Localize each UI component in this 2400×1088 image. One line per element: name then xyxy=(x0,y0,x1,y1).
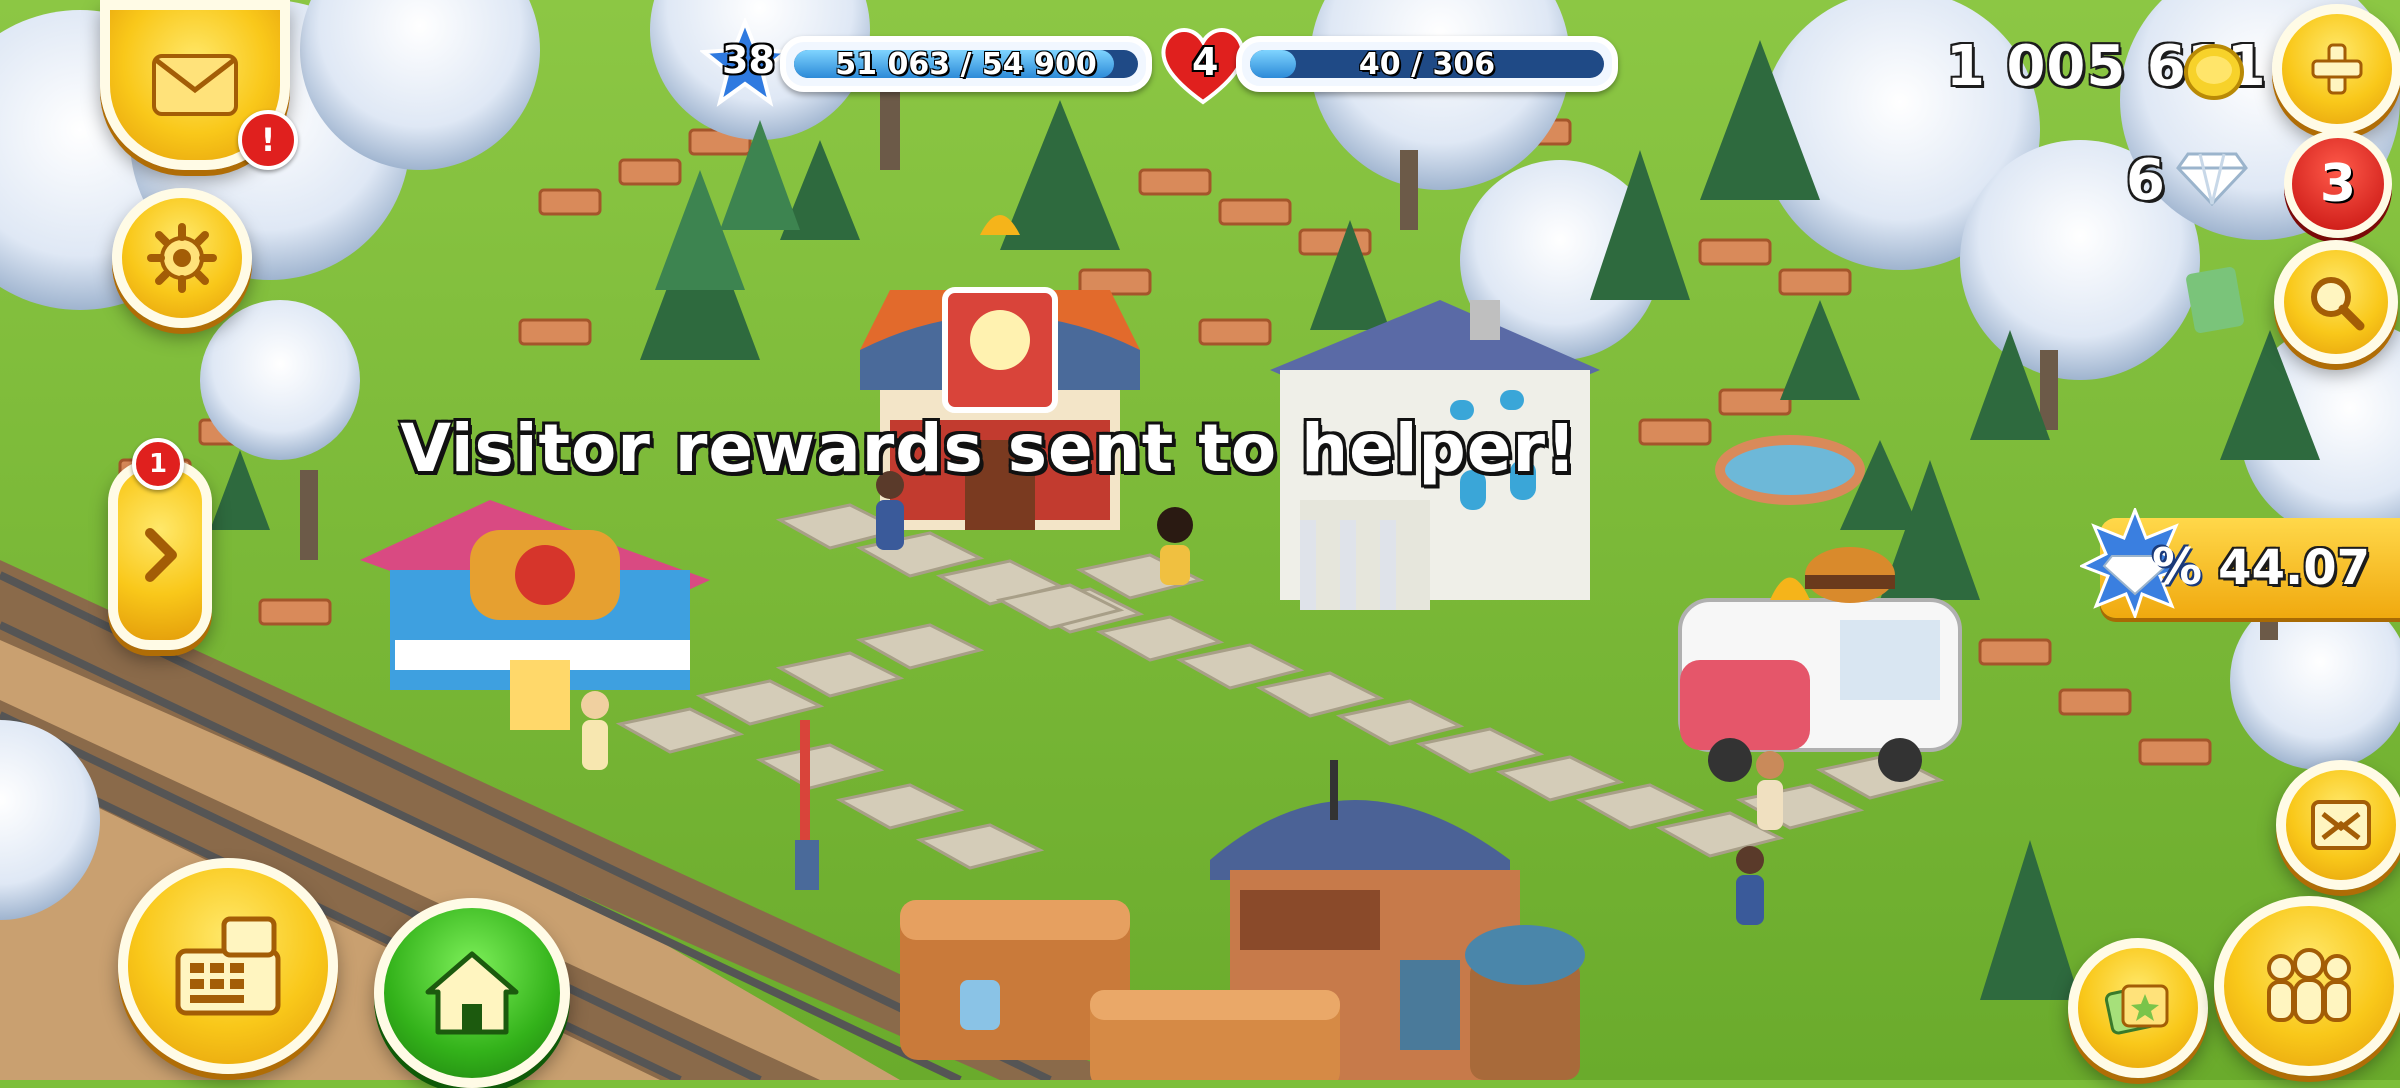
expand-panel-badge: 1 xyxy=(132,438,184,490)
diamond-icon xyxy=(2176,152,2248,206)
sale-timer: 44.07 xyxy=(2218,540,2370,596)
experience-bar[interactable]: 51 063 / 54 900 xyxy=(780,36,1152,92)
home-button[interactable] xyxy=(374,898,570,1088)
gear-icon xyxy=(147,223,217,293)
people-icon xyxy=(2267,948,2351,1024)
sale-percent-badge: % xyxy=(2152,538,2203,596)
friends-button[interactable] xyxy=(2214,896,2400,1076)
level-number: 38 xyxy=(722,38,775,82)
chevron-right-icon xyxy=(145,528,177,582)
farm-scene[interactable] xyxy=(0,0,2400,1080)
envelope-icon xyxy=(152,54,238,116)
toast-message: Visitor rewards sent to helper! xyxy=(400,410,1578,487)
expand-arrows-icon xyxy=(2311,800,2371,850)
search-button[interactable] xyxy=(2274,240,2398,364)
farm-map[interactable] xyxy=(0,0,2400,1080)
diamond-offer-count: 3 xyxy=(2319,154,2357,214)
health-number: 4 xyxy=(1192,40,1219,84)
experience-text: 51 063 / 54 900 xyxy=(835,46,1097,82)
diamond-count: 6 xyxy=(2126,148,2166,213)
crossing-pole xyxy=(800,720,810,860)
reputation-bar[interactable]: 40 / 306 xyxy=(1236,36,1618,92)
reputation-text: 40 / 306 xyxy=(1358,46,1496,82)
add-coins-button[interactable] xyxy=(2272,4,2400,134)
diamond-sale-banner[interactable]: % 44.07 xyxy=(2080,508,2400,618)
plus-icon xyxy=(2311,43,2363,95)
house-icon xyxy=(425,951,519,1035)
magnifier-icon xyxy=(2311,277,2365,331)
cards-button[interactable] xyxy=(2068,938,2208,1078)
cards-icon xyxy=(2104,984,2169,1035)
coin-icon xyxy=(2184,44,2244,100)
shop-button[interactable] xyxy=(118,858,338,1074)
cash-register-icon xyxy=(175,916,281,1016)
diamond-offer-button[interactable]: 3 xyxy=(2284,130,2392,238)
settings-button[interactable] xyxy=(112,188,252,328)
mail-alert-badge: ! xyxy=(238,110,298,170)
expand-map-button[interactable] xyxy=(2276,760,2400,890)
card-item xyxy=(2186,267,2244,333)
pond xyxy=(1715,435,1865,505)
